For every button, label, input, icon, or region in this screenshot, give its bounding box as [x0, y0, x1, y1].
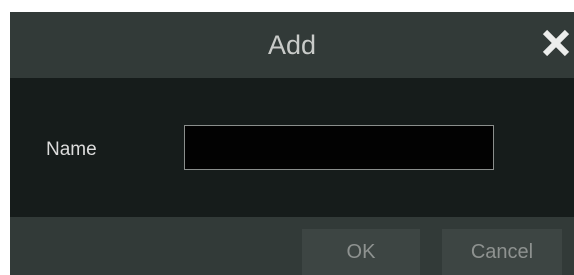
name-input[interactable]: [184, 125, 494, 170]
close-button[interactable]: [538, 25, 574, 61]
dialog-footer: OK Cancel: [10, 217, 574, 275]
dialog-title-bar: Add: [10, 12, 574, 78]
cancel-button[interactable]: Cancel: [442, 229, 562, 275]
dialog-content: Name: [10, 78, 574, 217]
close-icon: [542, 29, 570, 57]
dialog-title: Add: [267, 30, 317, 60]
name-label: Name: [46, 139, 97, 160]
ok-button[interactable]: OK: [302, 229, 420, 275]
add-dialog: Add Name OK Cancel: [10, 12, 574, 275]
